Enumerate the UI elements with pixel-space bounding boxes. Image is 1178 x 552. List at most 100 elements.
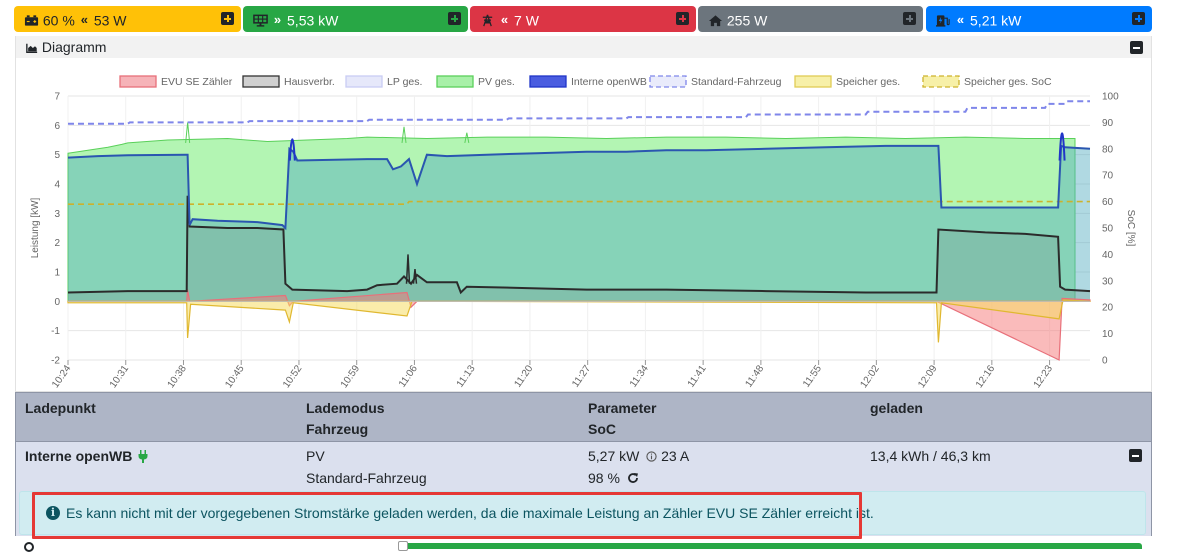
y-axis-label: Leistung [kW]	[30, 197, 41, 258]
chart-card-header[interactable]: Diagramm	[16, 36, 1151, 58]
grid-tile[interactable]: « 7 W	[470, 6, 696, 32]
x-tick-label: 11:55	[801, 363, 824, 390]
legend-label: Standard-Fahrzeug	[691, 76, 782, 88]
y2-tick-label: 0	[1102, 356, 1108, 367]
legend-item: PV ges.	[436, 75, 515, 88]
x-tick-label: 11:34	[628, 363, 651, 390]
area-chart-icon	[26, 44, 38, 54]
legend-label: Speicher ges.	[836, 76, 900, 88]
battery-power-line	[67, 299, 1091, 343]
collapse-chart-button[interactable]	[1130, 41, 1143, 54]
y2-tick-label: 20	[1102, 303, 1114, 314]
info-circle-icon	[646, 451, 657, 462]
legend-swatch	[345, 75, 383, 88]
header-soc: SoC	[588, 421, 616, 437]
header-fahrzeug: Fahrzeug	[306, 421, 369, 437]
y2-tick-label: 10	[1102, 329, 1114, 340]
legend-swatch	[242, 75, 280, 88]
legend-label: Speicher ges. SoC	[964, 76, 1052, 88]
expand-battery-button[interactable]	[221, 12, 234, 25]
settings-icon[interactable]	[24, 542, 34, 552]
battery-soc: 60 %	[42, 12, 79, 29]
chart-card-title: Diagramm	[41, 39, 107, 55]
legend-label: LP ges.	[387, 76, 422, 88]
y-tick-label: -1	[51, 326, 60, 337]
header-geladen: geladen	[870, 400, 923, 416]
battery-power: 53 W	[93, 12, 127, 29]
legend-label: Hausverbr.	[284, 76, 335, 88]
charged-energy: 13,4 kWh / 46,3 km	[870, 448, 991, 464]
charge-parameters: 5,27 kW 23 A	[588, 448, 689, 464]
legend-item: Speicher ges. SoC	[922, 75, 1052, 88]
legend-label: Interne openWB	[571, 76, 647, 88]
chart-card: Diagramm EVU SE Zähler Hausverbr. LP ges. P…	[15, 36, 1152, 392]
annotation-highlight-box	[32, 492, 862, 539]
legend-item: Standard-Fahrzeug	[649, 75, 782, 88]
battery-tile[interactable]: 60 % « 53 W	[14, 6, 241, 32]
legend-swatch	[649, 75, 687, 88]
expand-pv-button[interactable]	[448, 12, 461, 25]
legend-swatch	[922, 75, 960, 88]
chart-svg: EVU SE Zähler Hausverbr. LP ges. PV ges. Int…	[30, 75, 1136, 390]
y-tick-label: 7	[54, 92, 60, 103]
x-tick-label: 11:48	[743, 363, 766, 390]
y2-tick-label: 70	[1102, 171, 1114, 182]
legend-item: Interne openWB	[529, 75, 647, 88]
production-arrow-icon: »	[273, 12, 282, 28]
collapse-row-button[interactable]	[1129, 449, 1142, 462]
x-tick-label: 10:45	[223, 363, 247, 390]
legend-item: EVU SE Zähler	[119, 75, 233, 88]
y-tick-label: 1	[54, 268, 60, 279]
x-tick-label: 12:16	[974, 363, 998, 390]
charging-power: 5,21 kW	[970, 12, 1022, 29]
y2-tick-label: 30	[1102, 276, 1114, 287]
pv-tile[interactable]: » 5,53 kW	[243, 6, 468, 32]
y-tick-label: 0	[54, 297, 60, 308]
progress-bar	[398, 541, 1142, 551]
solar-panel-icon	[253, 14, 268, 27]
expand-house-button[interactable]	[903, 12, 916, 25]
x-tick-label: 11:27	[570, 363, 593, 390]
refresh-icon[interactable]	[627, 472, 639, 484]
legend-label: PV ges.	[478, 76, 515, 88]
x-tick-label: 12:09	[916, 363, 940, 390]
y-tick-label: 2	[54, 238, 60, 249]
vehicle-name[interactable]: Standard-Fahrzeug	[306, 470, 427, 486]
home-icon	[708, 15, 723, 26]
charge-mode[interactable]: PV	[306, 448, 325, 464]
x-tick-label: 11:06	[397, 363, 420, 390]
y2-tick-label: 100	[1102, 92, 1119, 103]
legend-item: Speicher ges.	[794, 75, 900, 88]
charge-point-name: Interne openWB	[25, 448, 133, 464]
legend-item: LP ges.	[345, 75, 422, 88]
house-tile[interactable]: 255 W	[698, 6, 923, 32]
x-tick-label: 10:31	[108, 363, 132, 390]
y-tick-label: 5	[54, 150, 60, 161]
car-battery-icon	[24, 15, 39, 26]
pv-power: 5,53 kW	[287, 12, 339, 29]
plug-icon	[138, 450, 148, 463]
grid-power: 7 W	[514, 12, 539, 29]
y-tick-label: 6	[54, 121, 60, 132]
power-pylon-icon	[482, 14, 493, 27]
x-tick-label: 10:38	[166, 363, 190, 390]
expand-grid-button[interactable]	[676, 12, 689, 25]
x-tick-label: 10:24	[50, 363, 74, 390]
y2-tick-label: 60	[1102, 197, 1114, 208]
status-bar: 60 % « 53 W » 5,53 kW « 7 W 255 W « 5,21…	[0, 0, 1178, 38]
legend-item: Hausverbr.	[242, 75, 335, 88]
discharge-arrow-icon: «	[80, 12, 88, 28]
y2-axis-label: SoC [%]	[1125, 210, 1136, 247]
vehicle-soc: 98 %	[588, 470, 620, 486]
y2-tick-label: 40	[1102, 250, 1114, 261]
legend-swatch	[436, 75, 474, 88]
header-lademodus: Lademodus	[306, 400, 385, 416]
x-tick-label: 12:02	[858, 363, 882, 390]
y2-tick-label: 90	[1102, 118, 1114, 129]
expand-charging-button[interactable]	[1132, 12, 1145, 25]
legend-swatch	[529, 75, 567, 88]
charging-tile[interactable]: « 5,21 kW	[926, 6, 1152, 32]
legend-swatch	[119, 75, 157, 88]
x-tick-label: 10:59	[339, 363, 363, 390]
import-arrow-icon: «	[500, 12, 509, 28]
